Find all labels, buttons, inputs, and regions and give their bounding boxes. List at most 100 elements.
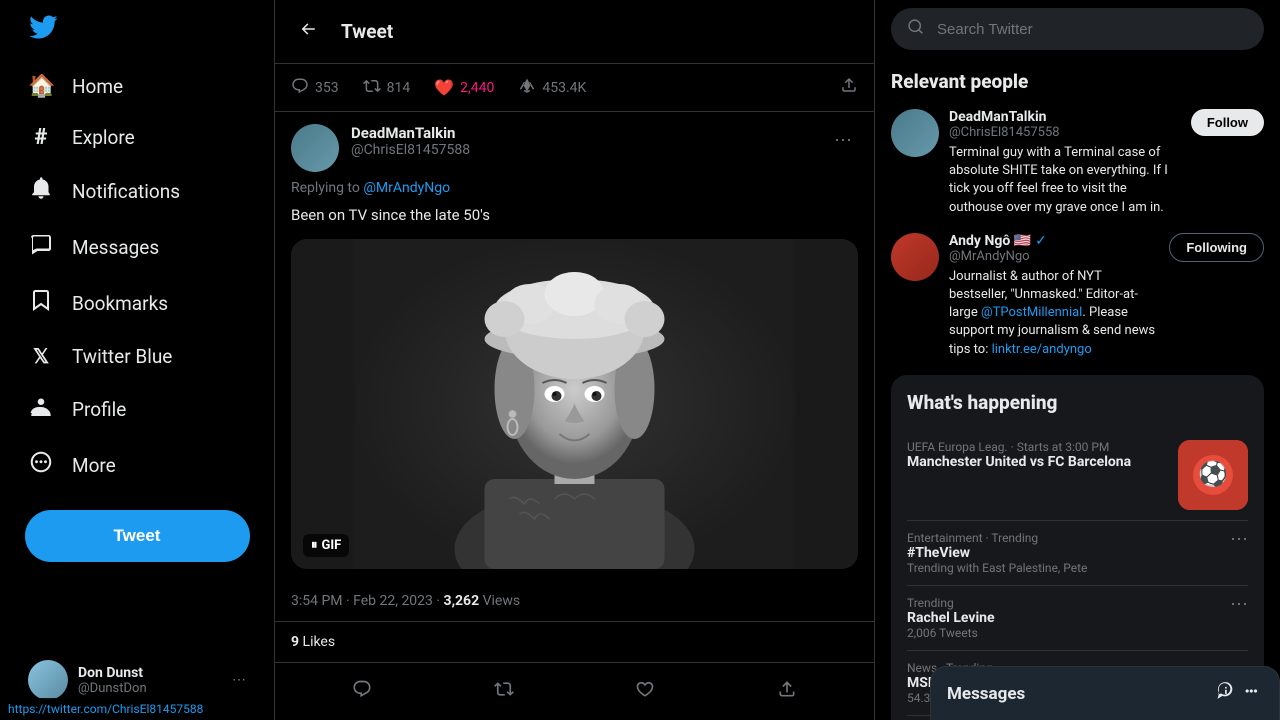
trend-item-3[interactable]: Trending Rachel Levine 2,006 Tweets ⋯ xyxy=(907,586,1248,651)
retweet-action-button[interactable] xyxy=(486,671,522,712)
more-icon xyxy=(28,450,54,480)
search-bar[interactable] xyxy=(891,8,1264,50)
trend-3-name: Rachel Levine xyxy=(907,610,995,626)
gif-visual xyxy=(291,239,858,569)
tweet-text: Been on TV since the late 50's xyxy=(291,204,858,227)
sidebar-item-more[interactable]: More xyxy=(12,438,262,492)
sidebar-item-explore[interactable]: # Explore xyxy=(12,113,262,162)
tweet-meta: 3:54 PM · Feb 22, 2023 · 3,262 Views xyxy=(275,581,874,622)
tweet-body: Replying to @MrAndyNgo Been on TV since … xyxy=(275,172,874,581)
person-1-handle: @ChrisEl81457558 xyxy=(949,125,1181,140)
tweet-likes-value: 9 Likes xyxy=(291,634,335,650)
tweet-gif[interactable]: ⏸ GIF xyxy=(291,239,858,569)
relevant-person-1: DeadManTalkin @ChrisEl81457558 Terminal … xyxy=(891,109,1264,217)
tweet-likes-row: 9 Likes xyxy=(275,622,874,663)
back-button[interactable] xyxy=(291,12,325,51)
sidebar-item-messages[interactable]: Messages xyxy=(12,220,262,274)
replies-stat[interactable]: 353 xyxy=(291,77,339,99)
reply-to: Replying to @MrAndyNgo xyxy=(291,180,858,196)
reply-stat-icon xyxy=(291,77,309,99)
person-2-handle: @MrAndyNgo xyxy=(949,249,1159,264)
trend-2-more-button[interactable]: ⋯ xyxy=(1230,529,1248,550)
profile-icon xyxy=(28,394,54,424)
share-action-button[interactable] xyxy=(769,671,805,712)
relevant-people-title: Relevant people xyxy=(891,70,1264,93)
trend-1-name: Manchester United vs FC Barcelona xyxy=(907,454,1131,470)
whats-happening-title: What's happening xyxy=(907,391,1248,414)
sidebar-user-handle: @DunstDon xyxy=(78,681,222,696)
trend-3-category: Trending xyxy=(907,596,995,610)
views-stat-icon xyxy=(518,77,536,99)
sidebar-item-label: Twitter Blue xyxy=(72,345,172,368)
trend-item-2[interactable]: Entertainment · Trending #TheView Trendi… xyxy=(907,521,1248,586)
trend-3-more-button[interactable]: ⋯ xyxy=(1230,594,1248,615)
trend-item-1[interactable]: UEFA Europa Leag. · Starts at 3:00 PM Ma… xyxy=(907,430,1248,521)
tweet-media[interactable]: ⏸ GIF xyxy=(291,239,858,569)
main-content: Tweet 353 814 ❤️ 2,440 453.4K xyxy=(275,0,875,720)
reply-action-button[interactable] xyxy=(344,671,380,712)
sidebar-item-profile[interactable]: Profile xyxy=(12,382,262,436)
messages-compose-button[interactable] xyxy=(1215,681,1235,706)
retweets-count: 814 xyxy=(387,80,411,96)
home-icon: 🏠 xyxy=(28,74,54,99)
tweet-button[interactable]: Tweet xyxy=(25,510,250,562)
sidebar-item-bookmarks[interactable]: Bookmarks xyxy=(12,276,262,330)
tweet-more-button[interactable]: ⋯ xyxy=(828,124,858,157)
likes-label: Likes xyxy=(303,634,336,650)
views-stat[interactable]: 453.4K xyxy=(518,77,586,99)
person-2-avatar[interactable] xyxy=(891,233,939,281)
soccer-image-icon: ⚽ xyxy=(1178,440,1248,510)
tweet-views-label: Views xyxy=(483,593,521,609)
likes-count-stat: 2,440 xyxy=(460,80,494,96)
messages-bar-actions xyxy=(1215,681,1263,706)
person-1-avatar[interactable] xyxy=(891,109,939,157)
tweet-page-title: Tweet xyxy=(341,20,393,43)
share-icon[interactable] xyxy=(840,76,858,99)
tweet-timestamp: 3:54 PM · Feb 22, 2023 xyxy=(291,593,433,609)
trend-2-name: #TheView xyxy=(907,545,1087,561)
author-name[interactable]: DeadManTalkin xyxy=(351,124,816,142)
trend-2-category: Entertainment · Trending xyxy=(907,531,1087,545)
sidebar-user-info: Don Dunst @DunstDon xyxy=(78,665,222,696)
left-sidebar: 🏠 Home # Explore Notifications Messages … xyxy=(0,0,275,720)
author-handle[interactable]: @ChrisEl81457588 xyxy=(351,142,816,158)
bio-mention[interactable]: @TPostMillennial xyxy=(981,305,1082,320)
person-1-info: DeadManTalkin @ChrisEl81457558 Terminal … xyxy=(949,109,1181,217)
sidebar-user-name: Don Dunst xyxy=(78,665,222,681)
person-1-name[interactable]: DeadManTalkin xyxy=(949,109,1047,125)
sidebar-item-label: More xyxy=(72,454,116,477)
trend-2-info: Entertainment · Trending #TheView Trendi… xyxy=(907,531,1087,575)
sidebar-item-home[interactable]: 🏠 Home xyxy=(12,62,262,111)
sidebar-nav: 🏠 Home # Explore Notifications Messages … xyxy=(12,62,262,494)
search-input[interactable] xyxy=(937,21,1248,38)
sidebar-item-label: Notifications xyxy=(72,180,180,203)
following-person-2-button[interactable]: Following xyxy=(1169,233,1264,262)
svg-text:⚽: ⚽ xyxy=(1197,460,1228,488)
trend-1-row: UEFA Europa Leag. · Starts at 3:00 PM Ma… xyxy=(907,440,1248,510)
twitter-blue-icon: 𝕏 xyxy=(28,344,54,368)
sidebar-item-twitter-blue[interactable]: 𝕏 Twitter Blue xyxy=(12,332,262,380)
reply-to-handle[interactable]: @MrAndyNgo xyxy=(363,180,450,196)
bio-link[interactable]: linktr.ee/andyngo xyxy=(992,342,1092,357)
like-stat-icon: ❤️ xyxy=(434,78,454,97)
messages-floating-bar[interactable]: Messages xyxy=(930,666,1280,720)
follow-person-1-button[interactable]: Follow xyxy=(1191,109,1264,136)
sidebar-item-label: Profile xyxy=(72,398,126,421)
right-sidebar: Relevant people DeadManTalkin @ChrisEl81… xyxy=(875,0,1280,720)
likes-stat[interactable]: ❤️ 2,440 xyxy=(434,78,494,97)
gif-badge[interactable]: ⏸ GIF xyxy=(303,534,349,557)
bell-icon xyxy=(28,176,54,206)
messages-expand-button[interactable] xyxy=(1243,681,1263,706)
trend-3-count: 2,006 Tweets xyxy=(907,626,995,640)
sidebar-item-notifications[interactable]: Notifications xyxy=(12,164,262,218)
replies-count: 353 xyxy=(315,80,339,96)
person-2-actions: Following xyxy=(1169,233,1264,262)
like-action-button[interactable] xyxy=(627,671,663,712)
retweets-stat[interactable]: 814 xyxy=(363,77,411,99)
author-avatar[interactable] xyxy=(291,124,339,172)
trend-1-category: UEFA Europa Leag. · Starts at 3:00 PM xyxy=(907,440,1131,454)
person-2-bio: Journalist & author of NYT bestseller, "… xyxy=(949,268,1159,359)
twitter-logo[interactable] xyxy=(12,0,262,58)
person-2-name[interactable]: Andy Ngô 🇺🇸 xyxy=(949,233,1031,249)
search-icon xyxy=(907,18,925,40)
